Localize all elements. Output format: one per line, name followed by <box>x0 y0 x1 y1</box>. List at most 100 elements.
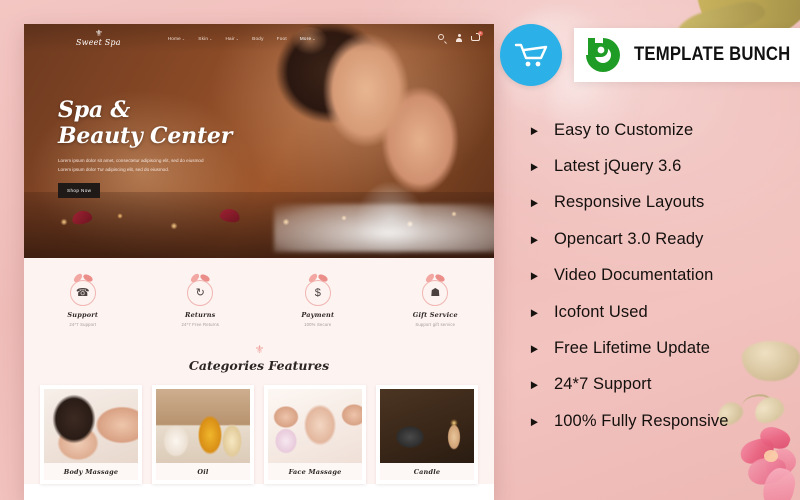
hero-copy: Spa & Beauty Center Lorem ipsum dolor si… <box>58 97 233 199</box>
arrow-right-icon: ► <box>528 413 541 429</box>
feature-label: Latest jQuery 3.6 <box>554 157 682 176</box>
feature-label: 100% Fully Responsive <box>554 411 729 430</box>
lotus-icon: ⚜ <box>94 28 103 38</box>
arrow-right-icon: ► <box>528 341 541 357</box>
nav-label: Home <box>167 35 181 41</box>
brand-header: TEMPLATE BUNCH <box>500 24 800 86</box>
service-item-gift-service[interactable]: ☗ Gift Service Support gift service <box>377 272 495 327</box>
nav-item-foot[interactable]: Foot <box>275 33 289 44</box>
service-subtitle: 24*7 Free Returns <box>181 321 220 327</box>
category-card-candle[interactable]: Candle <box>376 384 478 484</box>
hero-paragraph-line-1: Lorem ipsum dolor sit amet, consectetur … <box>58 157 204 163</box>
support-headset-icon: ☎ <box>69 272 96 306</box>
feature-label: Opencart 3.0 Ready <box>554 229 704 248</box>
category-card-face-massage[interactable]: Face Massage <box>264 384 366 484</box>
chevron-down-icon: ⌄ <box>182 36 186 41</box>
feature-label: 24*7 Support <box>554 375 652 394</box>
arrow-right-icon: ► <box>528 377 541 393</box>
template-bunch-logo-card: TEMPLATE BUNCH <box>574 28 800 82</box>
hero-paragraph: Lorem ipsum dolor sit amet, consectetur … <box>58 157 232 174</box>
category-card-oil[interactable]: Oil <box>152 384 254 484</box>
category-card-body-massage[interactable]: Body Massage <box>40 384 142 484</box>
section-title: Categories Features <box>188 357 330 373</box>
returns-exchange-icon: ↻ <box>187 272 214 306</box>
hero-title-line-2: Beauty Center <box>58 122 233 149</box>
arrow-right-icon: ► <box>528 195 541 211</box>
arrow-right-icon: ► <box>528 231 541 247</box>
nav-item-more[interactable]: More⌄ <box>291 26 328 55</box>
category-label: Face Massage <box>268 462 362 480</box>
site-navbar: ⚜ Sweet Spa Home⌄ Skin⌄ Hair⌄ Body Foot <box>24 24 494 55</box>
feature-label: Icofont Used <box>554 302 648 321</box>
service-title: Support <box>67 311 99 319</box>
shop-now-button[interactable]: Shop Now <box>58 183 101 199</box>
feature-item: ► 24*7 Support <box>528 367 793 403</box>
chevron-down-icon: ⌄ <box>209 36 213 41</box>
feature-item: ► Free Lifetime Update <box>528 330 793 366</box>
feature-list: ► Easy to Customize ► Latest jQuery 3.6 … <box>528 112 793 440</box>
category-card-grid: Body Massage Oil Face Massage Candle <box>24 373 494 484</box>
lotus-icon: ⚜ <box>254 343 265 356</box>
search-icon[interactable] <box>438 33 447 43</box>
categories-heading: ⚜ Categories Features <box>24 343 494 373</box>
feature-label: Responsive Layouts <box>554 193 705 212</box>
service-highlights: ☎ Support 24*7 Support ↻ Returns 24*7 Fr… <box>24 258 494 343</box>
opencart-cart-icon <box>514 42 548 68</box>
feature-item: ► Responsive Layouts <box>528 185 793 221</box>
service-subtitle: Support gift service <box>415 321 456 327</box>
service-item-returns[interactable]: ↻ Returns 24*7 Free Returns <box>142 272 260 327</box>
feature-label: Easy to Customize <box>554 120 694 139</box>
category-label: Body Massage <box>44 462 138 480</box>
feature-item: ► Easy to Customize <box>528 112 793 148</box>
body-massage-photo <box>44 388 138 463</box>
nav-item-hair[interactable]: Hair⌄ <box>223 33 241 44</box>
feature-item: ► Latest jQuery 3.6 <box>528 148 793 184</box>
opencart-badge <box>500 24 562 86</box>
service-item-support[interactable]: ☎ Support 24*7 Support <box>24 272 142 327</box>
service-item-payment[interactable]: $ Payment 100% Secure <box>259 272 377 327</box>
face-massage-photo <box>268 388 362 463</box>
website-preview-mockup: ⚜ Sweet Spa Home⌄ Skin⌄ Hair⌄ Body Foot <box>24 24 494 500</box>
arrow-right-icon: ► <box>528 122 541 138</box>
feature-label: Video Documentation <box>554 266 714 285</box>
hero-banner: ⚜ Sweet Spa Home⌄ Skin⌄ Hair⌄ Body Foot <box>24 24 494 258</box>
gift-box-icon: ☗ <box>422 272 449 306</box>
bath-foam-decoration <box>274 204 494 252</box>
user-account-icon[interactable] <box>455 34 463 42</box>
arrow-right-icon: ► <box>528 304 541 320</box>
hero-paragraph-line-2: Lorem ipsum dolor Tur adipiscing elit, s… <box>58 166 170 172</box>
service-title: Returns <box>185 311 216 319</box>
nav-label: Hair <box>225 35 235 41</box>
nav-label: Body <box>252 35 264 41</box>
service-title: Payment <box>301 311 335 319</box>
service-subtitle: 24*7 Support <box>69 321 97 327</box>
chevron-down-icon: ⌄ <box>312 36 316 41</box>
brand-name: TEMPLATE BUNCH <box>634 44 791 65</box>
candle-towel-photo <box>380 388 474 463</box>
feature-item: ► Opencart 3.0 Ready <box>528 221 793 257</box>
nav-label: Skin <box>198 35 209 41</box>
feature-item: ► Icofont Used <box>528 294 793 330</box>
cart-count-badge: 0 <box>478 31 483 36</box>
header-icon-group: 0 <box>438 31 483 43</box>
hero-title: Spa & Beauty Center <box>58 97 233 150</box>
category-label: Oil <box>156 462 250 480</box>
site-logo-text: Sweet Spa <box>76 38 121 47</box>
service-subtitle: 100% Secure <box>304 321 332 327</box>
category-label: Candle <box>380 462 474 480</box>
site-logo[interactable]: ⚜ Sweet Spa <box>76 29 121 47</box>
categories-section: ⚜ Categories Features Body Massage Oil F… <box>24 342 494 484</box>
nav-label: Foot <box>276 35 287 41</box>
oil-bottles-photo <box>156 388 250 463</box>
main-navigation: Home⌄ Skin⌄ Hair⌄ Body Foot More⌄ <box>166 26 328 55</box>
feature-item: ► 100% Fully Responsive <box>528 403 793 439</box>
shopping-cart-icon[interactable]: 0 <box>471 31 483 42</box>
nav-item-skin[interactable]: Skin⌄ <box>196 33 214 44</box>
arrow-right-icon: ► <box>528 268 541 284</box>
hero-title-line-1: Spa & <box>58 97 131 123</box>
chevron-down-icon: ⌄ <box>235 36 240 41</box>
nav-item-body[interactable]: Body <box>250 33 265 44</box>
nav-item-home[interactable]: Home⌄ <box>166 33 188 44</box>
template-bunch-logo-icon <box>584 36 622 74</box>
payment-money-icon: $ <box>304 272 331 306</box>
